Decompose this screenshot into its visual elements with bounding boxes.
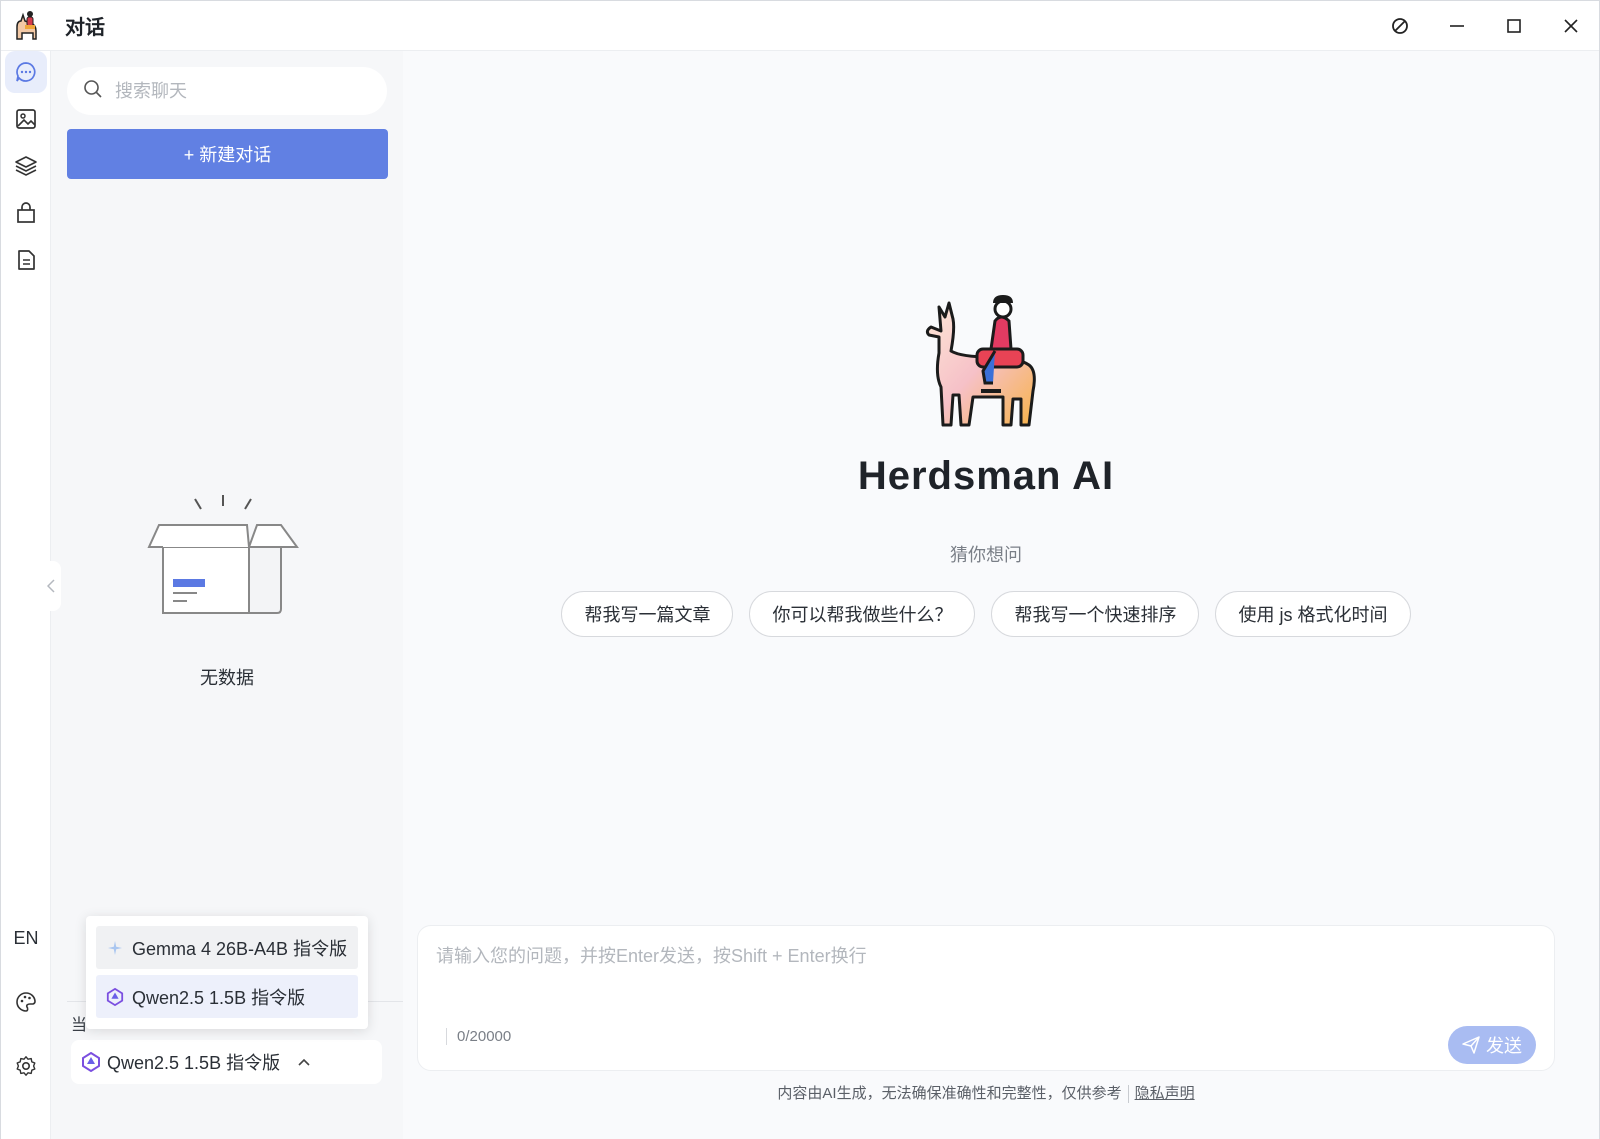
collapse-sidebar-handle[interactable] bbox=[41, 561, 61, 611]
model-dropdown: Gemma 4 26B-A4B 指令版 Qwen2.5 1.5B 指令版 bbox=[86, 916, 368, 1029]
window-controls bbox=[1371, 1, 1599, 51]
model-option-gemma[interactable]: Gemma 4 26B-A4B 指令版 bbox=[96, 926, 358, 969]
suggestions-heading: 猜你想问 bbox=[950, 545, 1022, 565]
search-icon bbox=[83, 79, 103, 104]
suggestion-chip[interactable]: 帮我写一篇文章 bbox=[561, 591, 734, 637]
disclaimer-text: 内容由AI生成，无法确保准确性和完整性，仅供参考 bbox=[777, 1085, 1122, 1102]
model-select[interactable]: Qwen2.5 1.5B 指令版 bbox=[71, 1040, 382, 1084]
empty-box-icon bbox=[147, 495, 299, 614]
suggestion-chip[interactable]: 使用 js 格式化时间 bbox=[1215, 591, 1411, 637]
empty-text: 无数据 bbox=[200, 668, 254, 688]
message-composer: 0/20000 发送 bbox=[417, 925, 1555, 1071]
send-button[interactable]: 发送 bbox=[1448, 1026, 1536, 1064]
message-input[interactable] bbox=[436, 942, 1436, 1002]
minimize-icon[interactable] bbox=[1428, 1, 1485, 51]
document-icon[interactable] bbox=[5, 239, 47, 281]
bag-icon[interactable] bbox=[5, 192, 47, 234]
app-window: 对话 EN 搜索聊天 + 新建对话 无数据 当 Qwen2.5 1.5B 指令版… bbox=[0, 0, 1600, 1139]
gemma-icon bbox=[106, 939, 124, 957]
privacy-link[interactable]: 隐私声明 bbox=[1135, 1085, 1195, 1102]
new-chat-button[interactable]: + 新建对话 bbox=[67, 129, 388, 179]
qwen-icon bbox=[106, 987, 124, 1006]
brand-title: Herdsman AI bbox=[857, 454, 1115, 498]
settings-icon[interactable] bbox=[5, 1045, 47, 1087]
close-icon[interactable] bbox=[1542, 1, 1599, 51]
model-select-value: Qwen2.5 1.5B 指令版 bbox=[107, 1053, 281, 1073]
image-icon[interactable] bbox=[5, 98, 47, 140]
chevron-up-icon bbox=[298, 1055, 310, 1069]
suggestion-chip[interactable]: 你可以帮我做些什么？ bbox=[749, 591, 976, 637]
chat-icon[interactable] bbox=[5, 51, 47, 93]
herdsman-logo-icon bbox=[925, 295, 1036, 427]
empty-state: 无数据 bbox=[51, 491, 403, 690]
qwen-icon bbox=[81, 1052, 101, 1072]
welcome-hero: Herdsman AI 猜你想问 帮我写一篇文章 你可以帮我做些什么？ 帮我写一… bbox=[403, 291, 1569, 637]
model-option-label: Gemma 4 26B-A4B 指令版 bbox=[132, 938, 348, 959]
block-icon[interactable] bbox=[1371, 1, 1428, 51]
send-icon bbox=[1462, 1036, 1480, 1054]
main-panel: Herdsman AI 猜你想问 帮我写一篇文章 你可以帮我做些什么？ 帮我写一… bbox=[403, 51, 1599, 1139]
app-logo-icon bbox=[1, 1, 51, 51]
model-option-qwen[interactable]: Qwen2.5 1.5B 指令版 bbox=[96, 975, 358, 1018]
palette-icon[interactable] bbox=[5, 981, 47, 1023]
divider bbox=[1127, 1085, 1129, 1104]
char-counter: 0/20000 bbox=[446, 1028, 511, 1045]
title-bar: 对话 bbox=[1, 1, 1599, 51]
language-toggle[interactable]: EN bbox=[5, 917, 47, 959]
disclaimer: 内容由AI生成，无法确保准确性和完整性，仅供参考 隐私声明 bbox=[403, 1082, 1569, 1104]
search-box[interactable] bbox=[67, 67, 387, 115]
send-label: 发送 bbox=[1486, 1036, 1522, 1056]
model-option-label: Qwen2.5 1.5B 指令版 bbox=[132, 987, 306, 1008]
suggestion-chips: 帮我写一篇文章 你可以帮我做些什么？ 帮我写一个快速排序 使用 js 格式化时间 bbox=[403, 591, 1569, 637]
window-title: 对话 bbox=[65, 17, 105, 39]
search-input[interactable] bbox=[115, 80, 375, 102]
suggestion-chip[interactable]: 帮我写一个快速排序 bbox=[991, 591, 1200, 637]
layers-icon[interactable] bbox=[5, 145, 47, 187]
current-model-label: 当 bbox=[71, 1017, 88, 1034]
maximize-icon[interactable] bbox=[1485, 1, 1542, 51]
